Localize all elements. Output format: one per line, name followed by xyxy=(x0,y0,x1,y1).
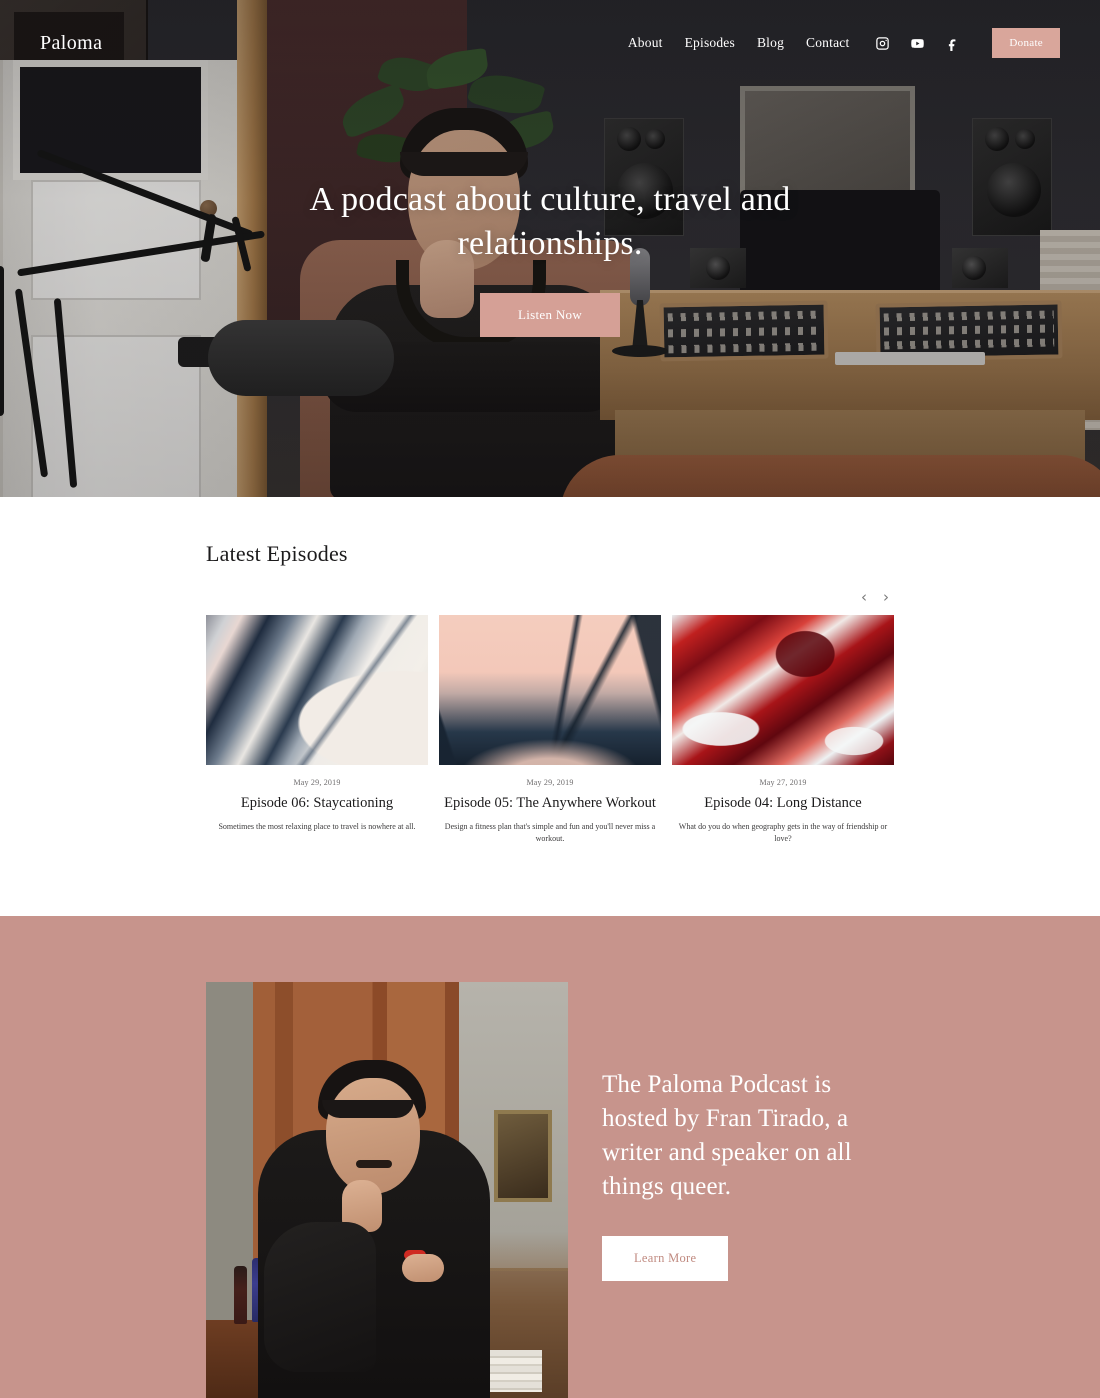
section-title-latest-episodes: Latest Episodes xyxy=(206,541,348,566)
episode-title[interactable]: Episode 04: Long Distance xyxy=(672,795,894,812)
nav-link-blog[interactable]: Blog xyxy=(757,35,784,51)
episode-date: May 29, 2019 xyxy=(526,778,574,787)
donate-button[interactable]: Donate xyxy=(992,28,1060,58)
main-navigation: Paloma About Episodes Blog Contact Donat… xyxy=(0,0,1100,86)
nav-link-contact[interactable]: Contact xyxy=(806,35,849,51)
about-text-block: The Paloma Podcast is hosted by Fran Tir… xyxy=(602,982,894,1398)
episode-date: May 29, 2019 xyxy=(293,778,341,787)
episode-description: Sometimes the most relaxing place to tra… xyxy=(218,822,416,831)
latest-episodes-section: Latest Episodes ‹ › May 29, 2019 Episode… xyxy=(0,497,1100,916)
nav-link-about[interactable]: About xyxy=(628,35,663,51)
listen-now-button[interactable]: Listen Now xyxy=(479,293,621,338)
hero-title: A podcast about culture, travel and rela… xyxy=(309,180,791,262)
episode-description: What do you do when geography gets in th… xyxy=(678,822,888,844)
hero-section: Paloma About Episodes Blog Contact Donat… xyxy=(0,0,1100,497)
carousel-next-icon[interactable]: › xyxy=(878,588,894,606)
instagram-icon[interactable] xyxy=(875,36,890,51)
episode-description: Design a fitness plan that's simple and … xyxy=(444,822,656,844)
page-root: Paloma About Episodes Blog Contact Donat… xyxy=(0,0,1100,1398)
site-logo[interactable]: Paloma xyxy=(40,32,102,55)
nav-link-episodes[interactable]: Episodes xyxy=(685,35,735,51)
episode-card[interactable]: May 29, 2019 Episode 05: The Anywhere Wo… xyxy=(439,615,661,846)
episode-card-list: May 29, 2019 Episode 06: Staycationing S… xyxy=(206,615,894,846)
episode-title[interactable]: Episode 06: Staycationing xyxy=(206,795,428,812)
learn-more-button[interactable]: Learn More xyxy=(602,1235,729,1281)
episode-thumbnail[interactable] xyxy=(206,615,428,765)
episode-thumbnail[interactable] xyxy=(672,615,894,765)
youtube-icon[interactable] xyxy=(910,36,925,51)
episode-title[interactable]: Episode 05: The Anywhere Workout xyxy=(439,795,661,812)
carousel-controls: ‹ › xyxy=(206,588,894,606)
host-portrait-photo xyxy=(206,981,568,1398)
episode-date: May 27, 2019 xyxy=(759,778,807,787)
episode-card[interactable]: May 29, 2019 Episode 06: Staycationing S… xyxy=(206,615,428,846)
facebook-icon[interactable] xyxy=(945,36,960,51)
episode-thumbnail[interactable] xyxy=(439,615,661,765)
about-host-section: The Paloma Podcast is hosted by Fran Tir… xyxy=(0,915,1100,1398)
about-heading: The Paloma Podcast is hosted by Fran Tir… xyxy=(602,1070,852,1200)
carousel-prev-icon[interactable]: ‹ xyxy=(856,588,872,606)
episode-card[interactable]: May 27, 2019 Episode 04: Long Distance W… xyxy=(672,615,894,846)
social-links xyxy=(875,36,960,51)
